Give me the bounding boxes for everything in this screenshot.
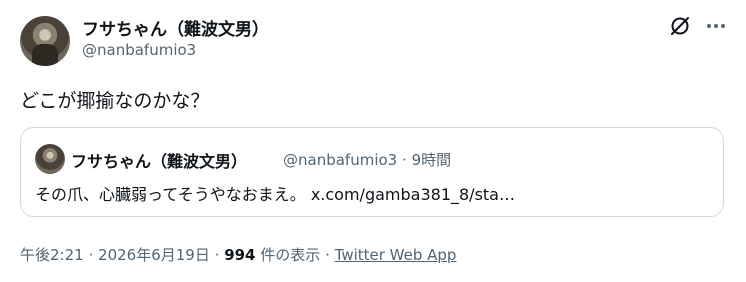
footer-separator: · — [325, 246, 330, 264]
tweet-time[interactable]: 午後2:21 — [20, 246, 84, 264]
footer-separator: · — [88, 246, 94, 264]
more-icon[interactable] — [704, 14, 728, 38]
quoted-text: その爪、心臓弱ってそうやなおまえ。 x.com/gamba381_8/sta… — [35, 181, 515, 205]
footer-separator: · — [214, 246, 220, 264]
quoted-author-avatar — [35, 144, 65, 174]
tweet-footer: 午後2:21 · 2026年6月19日 · 994 件の表示 · Twitter… — [20, 244, 456, 265]
source-link[interactable]: Twitter Web App — [335, 246, 457, 264]
tweet-date[interactable]: 2026年6月19日 — [98, 246, 210, 264]
author-name[interactable]: フサちゃん（難波文男） — [82, 15, 269, 40]
quoted-body: その爪、心臓弱ってそうやなおまえ。 — [35, 185, 306, 204]
quoted-link[interactable]: x.com/gamba381_8/sta… — [311, 185, 515, 204]
quoted-separator: · — [402, 151, 407, 169]
quoted-time: 9時間 — [411, 151, 452, 169]
quoted-author-handle: @nanbafumio3 — [283, 151, 398, 169]
views-count[interactable]: 994 — [224, 246, 255, 264]
quoted-meta: @nanbafumio3 · 9時間 — [283, 149, 451, 170]
quoted-tweet[interactable]: フサちゃん（難波文男） @nanbafumio3 · 9時間 その爪、心臓弱って… — [20, 127, 724, 217]
author-avatar[interactable] — [20, 16, 70, 66]
grok-icon[interactable] — [668, 14, 692, 38]
views-label: 件の表示 — [260, 246, 321, 264]
quoted-author-name: フサちゃん（難波文男） — [71, 152, 248, 171]
author-handle[interactable]: @nanbafumio3 — [82, 41, 196, 59]
tweet-text: どこが揶揄なのかな？ — [20, 90, 210, 112]
